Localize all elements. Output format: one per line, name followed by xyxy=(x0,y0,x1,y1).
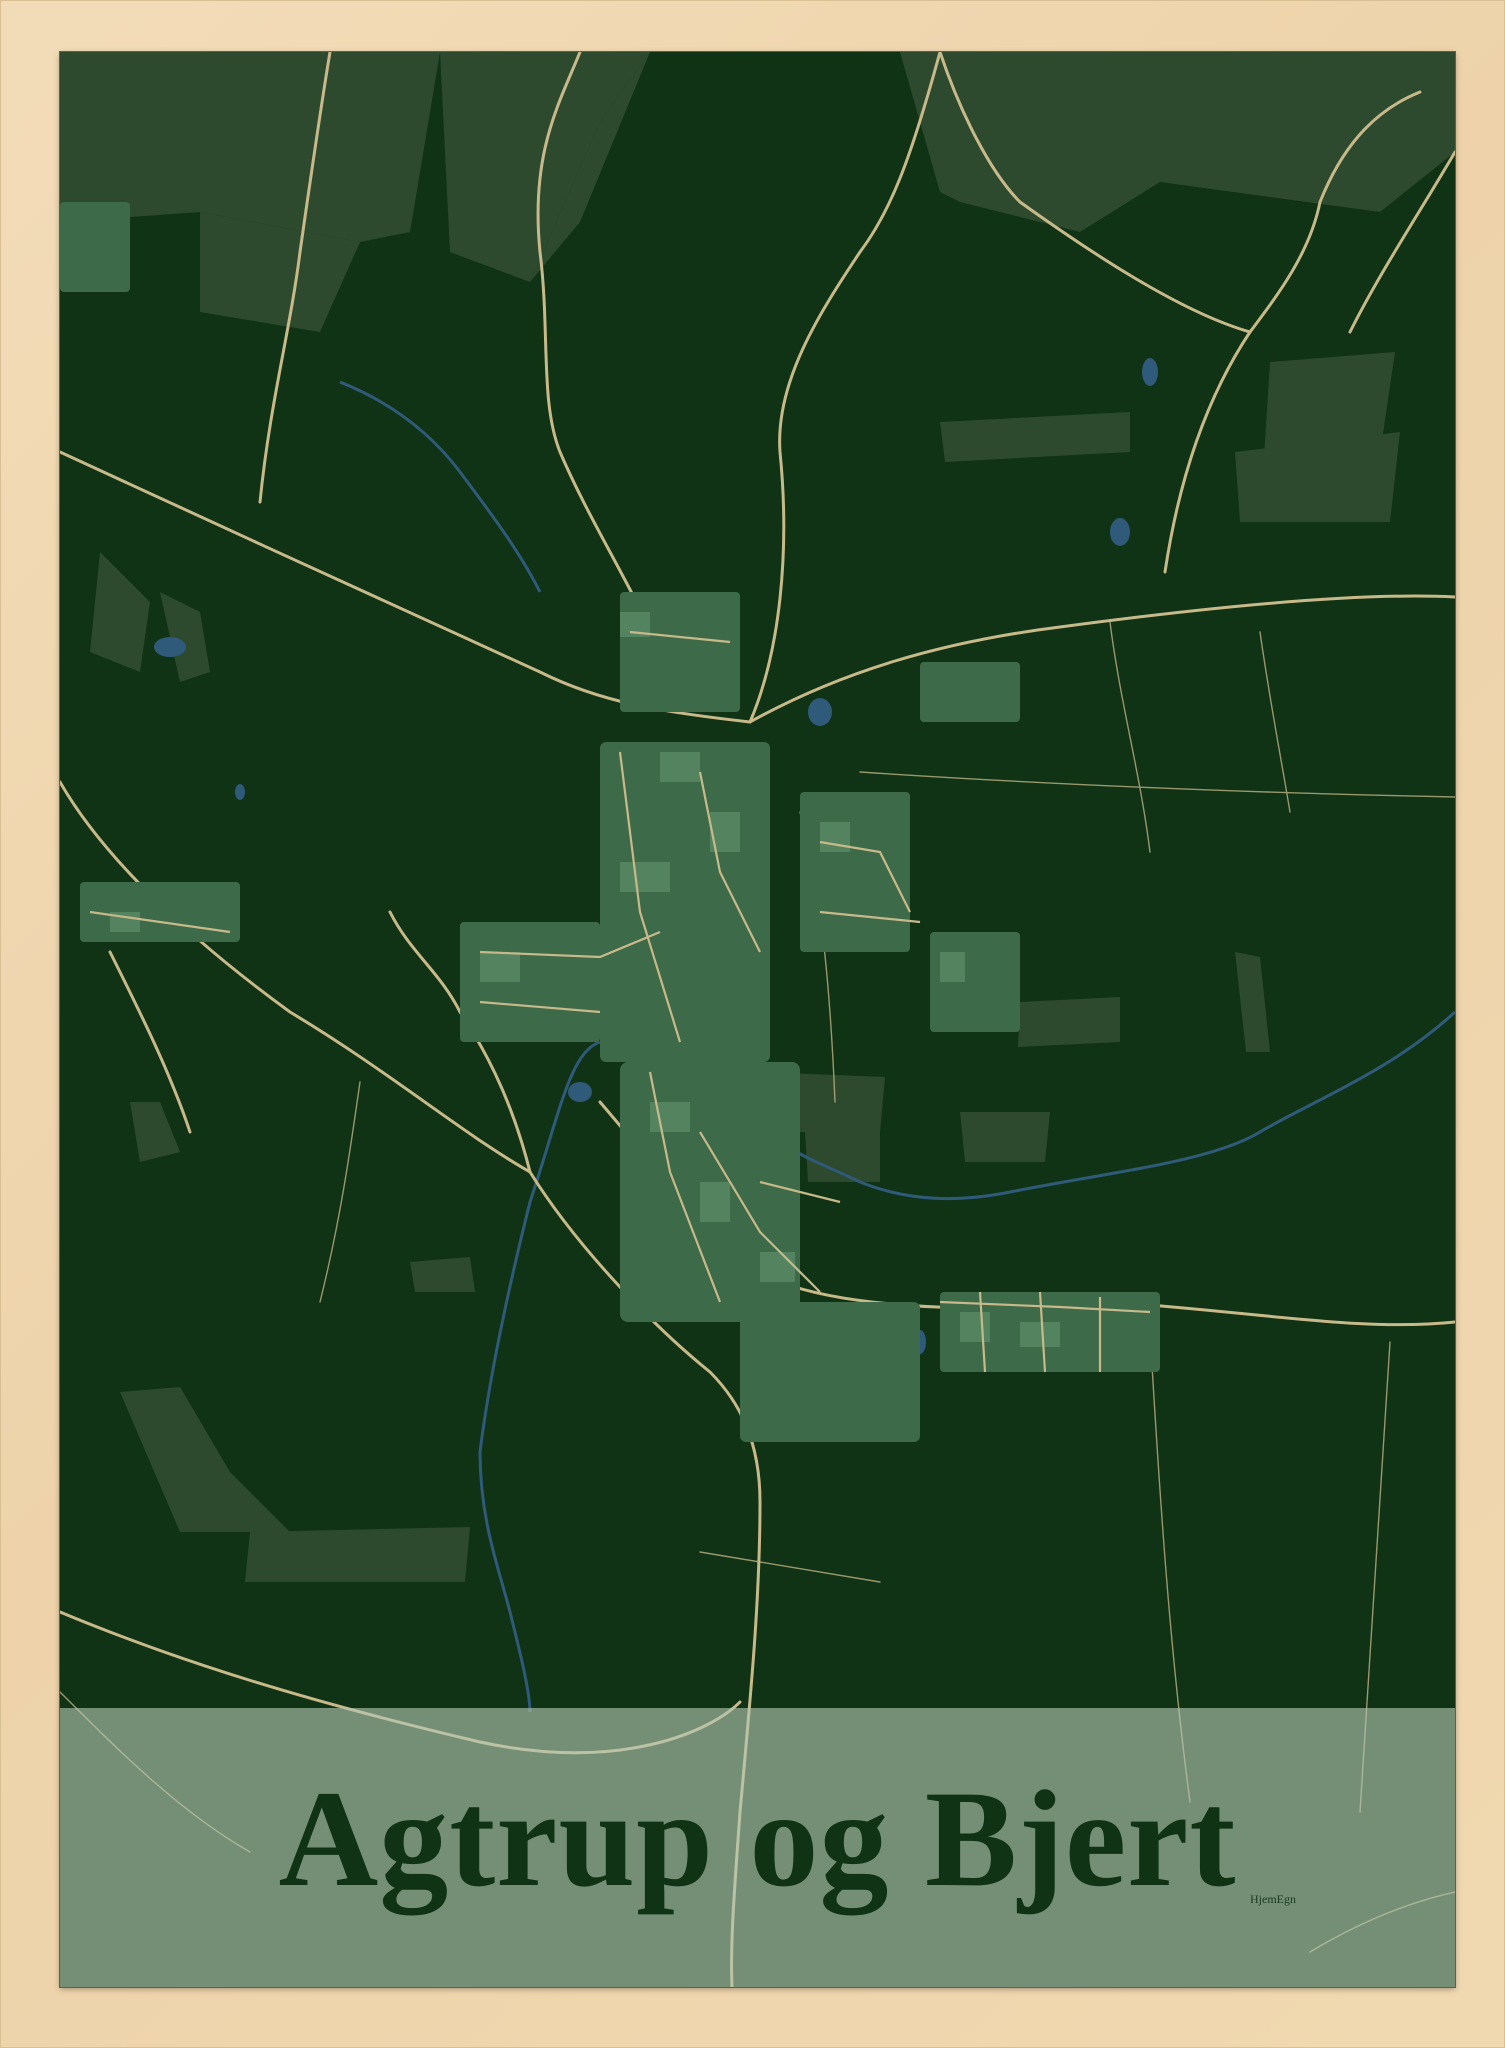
poster-title: Agtrup og Bjert xyxy=(278,1762,1237,1915)
map-poster: Agtrup og Bjert HjemEgn xyxy=(60,52,1455,1987)
waterways xyxy=(339,380,1455,1713)
brand-mark: HjemEgn xyxy=(1250,1892,1296,1906)
town-center xyxy=(60,202,1160,1442)
town-map xyxy=(60,52,1455,1987)
wooden-frame: Agtrup og Bjert HjemEgn xyxy=(0,0,1505,2048)
